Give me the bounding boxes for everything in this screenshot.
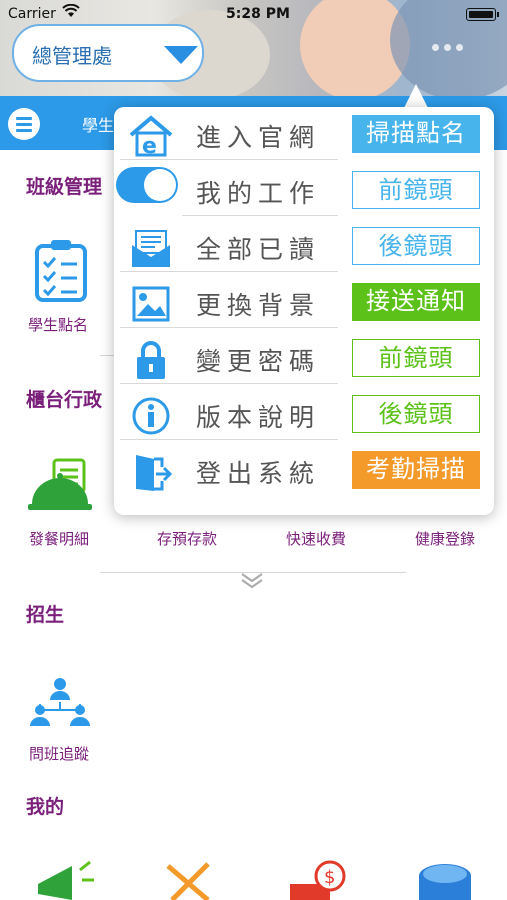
money-icon[interactable]: $ [286, 858, 350, 900]
menu-divider [120, 383, 338, 384]
rollcall-front-camera-button[interactable]: 前鏡頭 [352, 171, 480, 209]
grid-item-label: 問班追蹤 [29, 745, 90, 763]
people-network-icon [30, 678, 90, 726]
grid-item-deposit[interactable]: 存預存款 [157, 528, 217, 549]
fork-knife-icon[interactable] [164, 862, 214, 900]
chevron-down-icon [164, 46, 198, 64]
menu-item-change-password[interactable]: 變更密碼 [114, 331, 354, 387]
attendance-scan-button[interactable]: 考勤掃描 [352, 451, 480, 489]
section-title-class-management: 班級管理 [26, 176, 103, 198]
scan-rollcall-button[interactable]: 掃描點名 [352, 115, 480, 153]
grid-item-health-log[interactable]: 健康登錄 [415, 528, 475, 549]
home-web-icon: e [129, 115, 173, 157]
grid-item-label: 發餐明細 [29, 530, 90, 548]
section-title-mine: 我的 [26, 796, 65, 818]
menu-divider [120, 271, 338, 272]
svg-text:e: e [142, 134, 157, 157]
grid-item-label: 學生點名 [28, 316, 89, 334]
menu-item-label: 全部已讀 [196, 235, 321, 264]
page-dot [444, 44, 451, 51]
menu-item-change-background[interactable]: 更換背景 [114, 275, 354, 331]
menu-item-logout[interactable]: 登出系統 [114, 443, 354, 499]
section-title-front-desk: 櫃台行政 [26, 389, 103, 411]
logout-door-icon [136, 455, 173, 491]
menu-divider [120, 439, 338, 440]
menu-item-mark-all-read[interactable]: 全部已讀 [114, 219, 354, 275]
image-icon [132, 286, 170, 322]
menu-divider [182, 215, 338, 216]
menu-item-label: 進入官網 [196, 123, 321, 152]
lock-icon [137, 341, 165, 379]
menu-item-version-info[interactable]: 版本說明 [114, 387, 354, 443]
menu-item-label: 登出系統 [196, 459, 321, 488]
menu-item-official-website[interactable]: e 進入官網 [114, 107, 354, 163]
tab-students[interactable]: 學生 [82, 112, 114, 136]
menu-item-label: 版本說明 [196, 403, 321, 432]
popup-caret [404, 84, 428, 108]
info-icon [132, 397, 170, 435]
pickup-rear-camera-button[interactable]: 後鏡頭 [352, 395, 480, 433]
organization-dropdown[interactable]: 總管理處 [12, 24, 204, 82]
page-dot [432, 44, 439, 51]
clock-time: 5:28 PM [226, 6, 290, 22]
pickup-notice-button[interactable]: 接送通知 [352, 283, 480, 321]
megaphone-icon[interactable] [32, 860, 96, 900]
my-work-toggle-switch[interactable] [116, 167, 178, 203]
section-title-enrollment: 招生 [26, 604, 65, 626]
banner-page-indicator[interactable] [432, 44, 463, 51]
popup-menu: e 進入官網 我的工作 全部已讀 更換背景 變更密碼 版本說明 登出系統 掃描點… [114, 107, 494, 515]
mail-read-icon [132, 230, 170, 267]
clipboard-checklist-icon [35, 240, 87, 302]
expand-chevron-icon[interactable] [240, 572, 264, 588]
svg-text:$: $ [324, 867, 335, 888]
battery-icon [466, 8, 499, 21]
menu-item-label: 我的工作 [196, 179, 321, 208]
coin-stack-icon[interactable] [416, 862, 474, 900]
rollcall-rear-camera-button[interactable]: 後鏡頭 [352, 227, 480, 265]
wifi-icon [62, 3, 80, 22]
menu-item-label: 更換背景 [196, 291, 321, 320]
page-dot [456, 44, 463, 51]
menu-item-label: 變更密碼 [196, 347, 321, 376]
meal-cloche-icon [28, 458, 92, 510]
organization-label: 總管理處 [32, 44, 112, 68]
pickup-front-camera-button[interactable]: 前鏡頭 [352, 339, 480, 377]
menu-divider [120, 327, 338, 328]
hamburger-menu-icon[interactable] [8, 108, 40, 140]
app-screen: Carrier 5:28 PM 總管理處 學生 通知 班級管理 學生點名 [0, 0, 507, 900]
grid-item-quick-payment[interactable]: 快速收費 [286, 528, 346, 549]
menu-divider [120, 159, 338, 160]
carrier-label: Carrier [8, 6, 56, 22]
